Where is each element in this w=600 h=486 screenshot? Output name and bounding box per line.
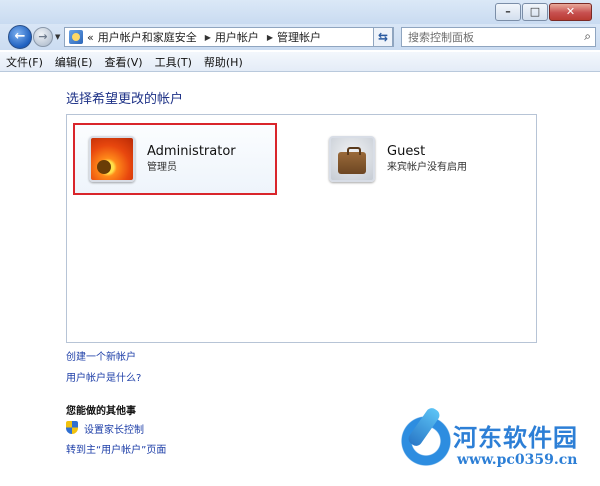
back-button[interactable]: ← — [8, 25, 32, 49]
breadcrumb-item-user-accounts[interactable]: 用户帐户 — [215, 29, 259, 45]
flower-avatar-icon — [89, 136, 135, 182]
refresh-button[interactable]: ⇆ — [373, 27, 393, 47]
account-tile-administrator[interactable]: Administrator 管理员 — [73, 123, 277, 195]
search-box[interactable]: ⌕ — [401, 27, 596, 47]
title-bar: – □ ✕ — [0, 0, 600, 24]
refresh-icon: ⇆ — [377, 30, 389, 44]
forward-button[interactable]: → — [33, 27, 53, 47]
shield-icon — [66, 421, 78, 434]
accounts-panel: Administrator 管理员 Guest 来宾帐户没有启用 — [66, 114, 537, 343]
maximize-icon: □ — [529, 5, 541, 18]
forward-arrow-icon: → — [38, 30, 48, 43]
account-role: 来宾帐户没有启用 — [387, 161, 467, 173]
breadcrumb-item-manage-accounts[interactable]: 管理帐户 — [277, 29, 321, 45]
parental-controls-link[interactable]: 设置家长控制 — [84, 421, 144, 436]
what-is-user-account-link[interactable]: 用户帐户是什么? — [66, 369, 141, 384]
menu-edit[interactable]: 编辑(E) — [55, 54, 93, 70]
goto-user-accounts-link[interactable]: 转到主“用户帐户”页面 — [66, 441, 166, 456]
account-name: Administrator — [147, 143, 236, 159]
minimize-icon: – — [505, 5, 511, 18]
watermark-url: www.pc0359.cn — [457, 452, 578, 468]
menu-tools[interactable]: 工具(T) — [155, 54, 192, 70]
account-text: Guest 来宾帐户没有启用 — [387, 144, 467, 175]
search-icon[interactable]: ⌕ — [584, 29, 591, 44]
suitcase-avatar-icon — [329, 136, 375, 182]
breadcrumb-item-family-safety[interactable]: 用户帐户和家庭安全 — [98, 29, 197, 45]
menu-file[interactable]: 文件(F) — [6, 54, 43, 70]
menu-view[interactable]: 查看(V) — [104, 54, 142, 70]
account-tile-guest[interactable]: Guest 来宾帐户没有启用 — [315, 123, 515, 195]
maximize-button[interactable]: □ — [522, 3, 548, 21]
breadcrumb-separator-icon[interactable]: ▶ — [205, 33, 211, 42]
breadcrumb-separator-icon[interactable]: ▶ — [267, 33, 273, 42]
search-input[interactable] — [402, 28, 572, 46]
menu-bar: 文件(F) 编辑(E) 查看(V) 工具(T) 帮助(H) — [0, 52, 600, 72]
account-role: 管理员 — [147, 161, 177, 173]
create-account-link[interactable]: 创建一个新帐户 — [66, 348, 136, 363]
navigation-bar: ← → ▼ « 用户帐户和家庭安全 ▶ 用户帐户 ▶ 管理帐户 ▼ ⇆ ⌕ — [0, 24, 600, 50]
back-arrow-icon: ← — [14, 29, 26, 44]
breadcrumb-overflow[interactable]: « — [87, 31, 94, 44]
address-bar[interactable]: « 用户帐户和家庭安全 ▶ 用户帐户 ▶ 管理帐户 ▼ — [64, 27, 394, 47]
close-icon: ✕ — [565, 5, 576, 18]
watermark: 河东软件园 www.pc0359.cn — [395, 408, 595, 480]
account-text: Administrator 管理员 — [147, 144, 236, 175]
recent-pages-dropdown[interactable]: ▼ — [55, 33, 60, 41]
page-title: 选择希望更改的帐户 — [66, 92, 184, 107]
control-panel-icon — [69, 30, 83, 44]
account-name: Guest — [387, 143, 426, 159]
other-tasks-heading: 您能做的其他事 — [66, 406, 136, 417]
minimize-button[interactable]: – — [495, 3, 521, 21]
window-controls: – □ ✕ — [494, 3, 592, 21]
menu-help[interactable]: 帮助(H) — [204, 54, 243, 70]
close-button[interactable]: ✕ — [549, 3, 592, 21]
watermark-logo-icon — [395, 410, 457, 472]
watermark-name: 河东软件园 — [453, 423, 578, 452]
